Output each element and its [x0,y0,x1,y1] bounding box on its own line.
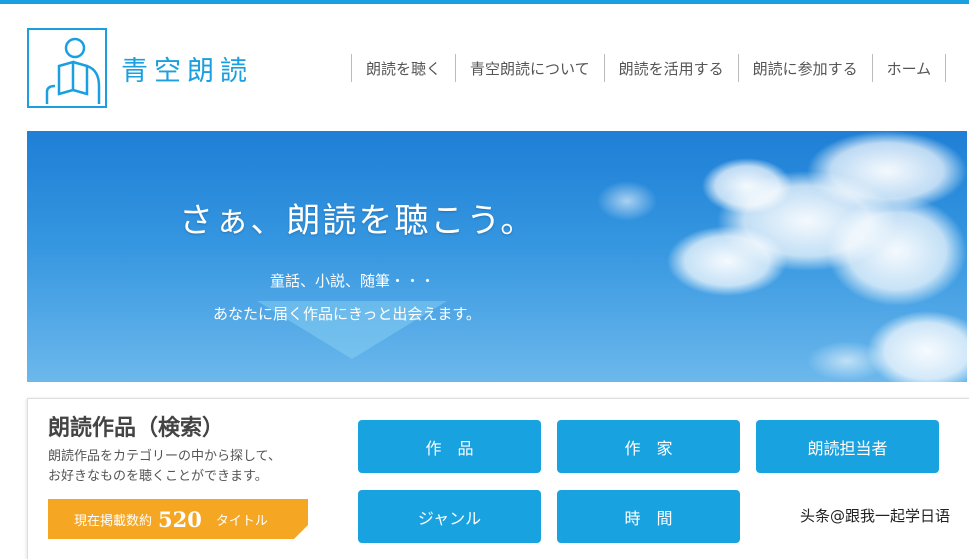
search-panel-title: 朗読作品（検索） [48,416,225,441]
nav-home[interactable]: ホーム [873,54,947,82]
reader-logo-icon [27,28,107,108]
count-suffix: タイトル [215,513,268,529]
search-panel-desc-2: お好きなものを聴くことができます。 [48,469,268,484]
readers-button[interactable]: 朗読担当者 [756,420,939,473]
count-prefix: 現在掲載数約 [74,513,153,529]
authors-button[interactable]: 作 家 [557,420,740,473]
hero-subtitle-1: 童話、小説、随筆・・・ [270,272,436,290]
main-nav: 朗読を聴く 青空朗読について 朗読を活用する 朗読に参加する ホーム [351,54,947,82]
site-logo[interactable]: 青空朗読 [27,26,267,110]
top-accent-bar [0,0,969,4]
hero-subtitle-2: あなたに届く作品にきっと出会えます。 [213,305,481,323]
title-count-badge[interactable]: 現在掲載数約 520 タイトル [48,499,308,539]
nav-use[interactable]: 朗読を活用する [605,54,739,82]
hero-banner: さぁ、朗読を聴こう。 童話、小説、随筆・・・ あなたに届く作品にきっと出会えます… [27,131,967,382]
genre-button[interactable]: ジャンル [358,490,541,543]
brand-name: 青空朗読 [121,55,253,87]
hero-title: さぁ、朗読を聴こう。 [179,201,537,241]
sky-clouds-image [257,131,967,382]
duration-button[interactable]: 時 間 [557,490,740,543]
nav-participate[interactable]: 朗読に参加する [739,54,873,82]
watermark-text: 头条@跟我一起学日语 [800,507,951,525]
search-panel-desc-1: 朗読作品をカテゴリーの中から探して、 [48,449,281,464]
nav-listen[interactable]: 朗読を聴く [352,54,457,82]
search-panel: 朗読作品（検索） 朗読作品をカテゴリーの中から探して、 お好きなものを聴くことが… [27,398,969,559]
works-button[interactable]: 作 品 [358,420,541,473]
count-number: 520 [158,506,202,532]
nav-about[interactable]: 青空朗読について [456,54,605,82]
page-curl-corner [294,525,308,539]
